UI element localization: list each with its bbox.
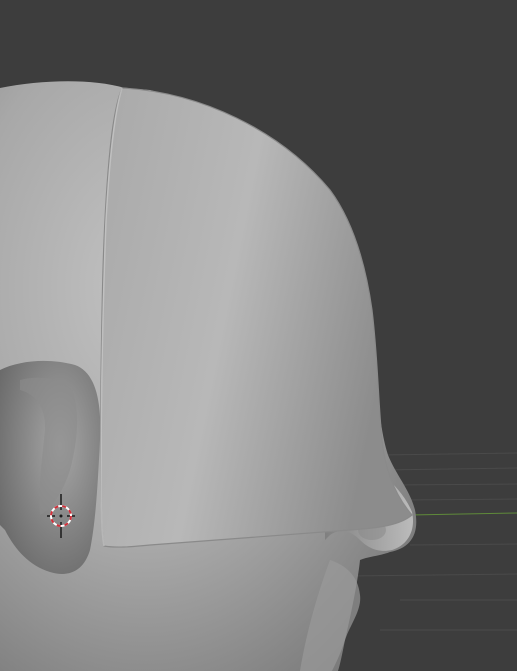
helmet-shell[interactable] (99, 87, 413, 548)
viewport-canvas[interactable] (0, 0, 517, 671)
y-axis-line (409, 512, 517, 516)
3d-viewport[interactable] (0, 0, 517, 671)
